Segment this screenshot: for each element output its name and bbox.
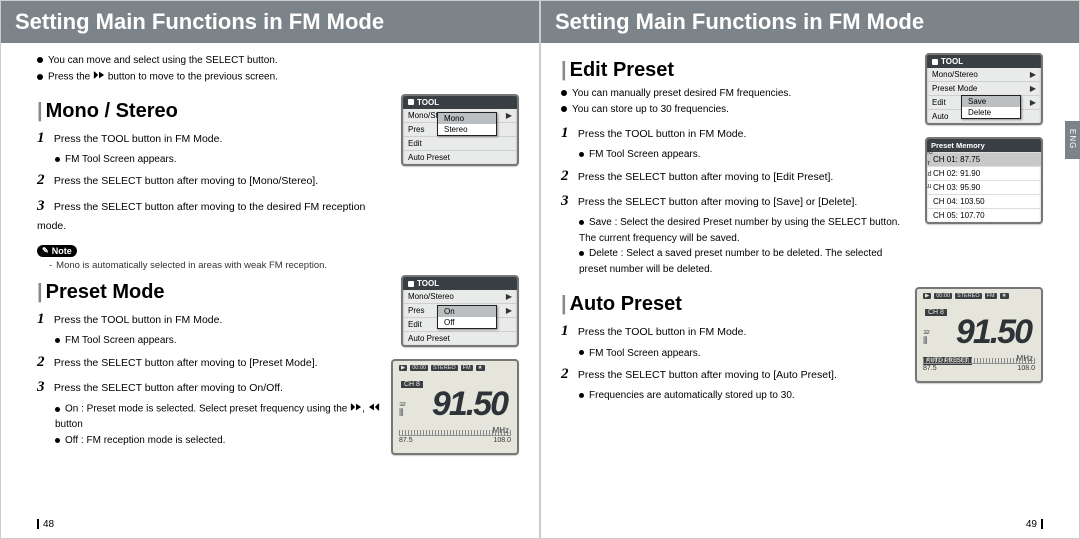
fig-tool-mono: TOOL Mono/Stereo▶ Pres Edit Auto Preset … <box>401 94 519 166</box>
page-number: 48 <box>37 519 54 530</box>
page-number: 49 <box>1026 519 1043 530</box>
section-heading: |Mono / Stereo <box>37 100 381 123</box>
fig-tool-edit: TOOL Mono/Stereo▶ Preset Mode▶ Edit▶ Aut… <box>925 53 1043 125</box>
step-text: Press the SELECT button after moving to … <box>578 196 857 208</box>
step-sub: FM Tool Screen appears. <box>65 154 177 165</box>
next-track-icon <box>368 401 380 417</box>
fig-head: TOOL <box>403 96 517 109</box>
step-sub: button <box>55 419 83 430</box>
step-sub: FM Tool Screen appears. <box>589 149 701 160</box>
step-text: Press the TOOL button in FM Mode. <box>578 326 746 338</box>
step-text: Press the TOOL button in FM Mode. <box>54 314 222 326</box>
page-title: Setting Main Functions in FM Mode <box>1 1 539 43</box>
section-heading: |Preset Mode <box>37 281 381 304</box>
intro-line: Press the <box>48 72 93 83</box>
step-sub: FM Tool Screen appears. <box>589 348 701 359</box>
page-title: Setting Main Functions in FM Mode <box>541 1 1079 43</box>
section-heading: |Auto Preset <box>561 293 905 316</box>
fig-tool-preset: TOOL Mono/Stereo▶ Pres▶ Edit Auto Preset… <box>401 275 519 347</box>
step-sub: Frequencies are automatically stored up … <box>589 390 795 401</box>
intro-line: You can manually preset desired FM frequ… <box>572 88 791 99</box>
prev-track-icon <box>93 69 105 85</box>
step-text: Press the SELECT button after moving to … <box>578 171 833 183</box>
fig-lcd: ▶00:00STEREOFM★ CH 8 ₃₂⦀ 91.50 MHz 87.51… <box>391 359 519 455</box>
step-text: Press the TOOL button in FM Mode. <box>578 128 746 140</box>
step-text: Press the SELECT button after moving to … <box>54 175 318 187</box>
intro-line: button to move to the previous screen. <box>108 72 278 83</box>
step-sub: Off : FM reception mode is selected. <box>65 435 225 446</box>
step-text: Press the SELECT button after moving to … <box>54 357 318 369</box>
step-sub: FM Tool Screen appears. <box>65 335 177 346</box>
fig-lcd-auto: ▶00:00STEREOFM★ CH 8 ₃₂⦀ 91.50 MHz AUTO … <box>915 287 1043 383</box>
fig-preset-memory: MoPrEdAu Preset Memory CH 01: 87.75 CH 0… <box>925 137 1043 224</box>
prev-track-icon <box>350 401 362 417</box>
step-sub: Delete : Select a saved preset number to… <box>579 248 882 275</box>
step-text: Press the SELECT button after moving to … <box>54 382 283 394</box>
step-text: Press the TOOL button in FM Mode. <box>54 133 222 145</box>
lang-tab: ENG <box>1065 121 1080 159</box>
step-sub: On : Preset mode is selected. Select pre… <box>65 404 350 415</box>
intro-line: You can move and select using the SELECT… <box>48 55 278 66</box>
intro-line: You can store up to 30 frequencies. <box>572 104 729 115</box>
step-text: Press the SELECT button after moving to … <box>578 369 837 381</box>
step-sub: Save : Select the desired Preset number … <box>579 217 900 244</box>
page-left: Setting Main Functions in FM Mode You ca… <box>0 0 540 539</box>
note-text: Mono is automatically selected in areas … <box>56 260 327 271</box>
section-heading: |Edit Preset <box>561 59 905 82</box>
note-badge: Note <box>37 245 77 257</box>
step-text: Press the SELECT button after moving to … <box>37 201 365 232</box>
page-right: Setting Main Functions in FM Mode ENG |E… <box>540 0 1080 539</box>
intro-list: You can move and select using the SELECT… <box>37 53 519 86</box>
